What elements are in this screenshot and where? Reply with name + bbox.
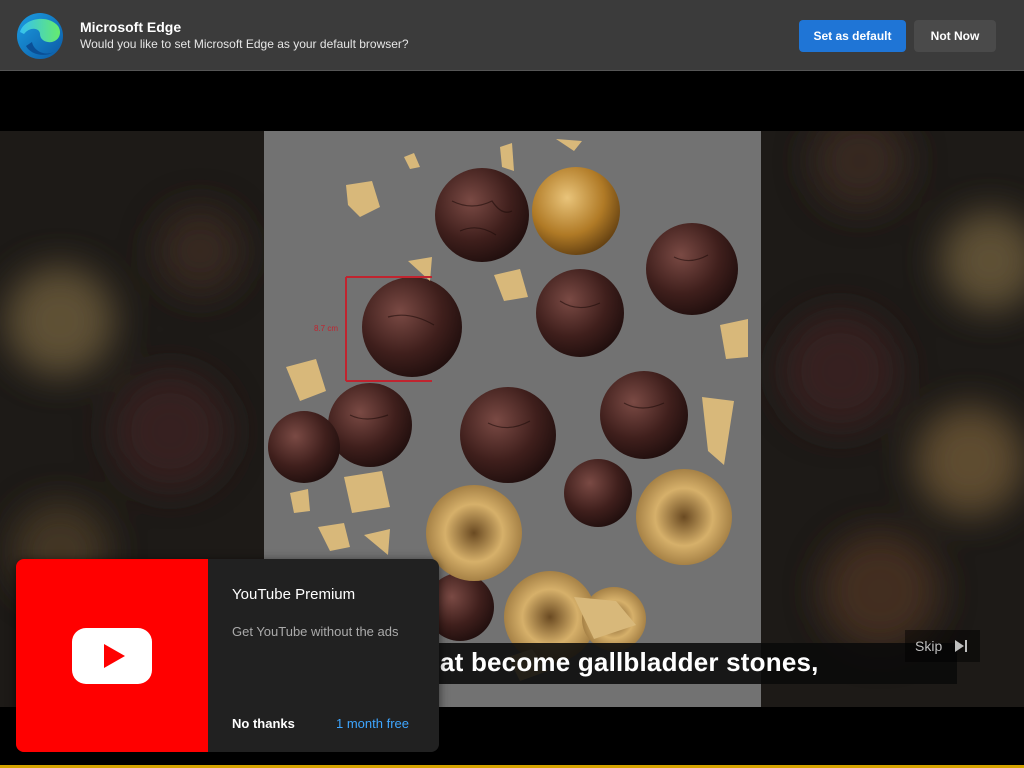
not-now-button[interactable]: Not Now xyxy=(914,20,996,52)
browser-window: Microsoft Edge Would you like to set Mic… xyxy=(0,0,1024,768)
youtube-premium-promo: YouTube Premium Get YouTube without the … xyxy=(16,559,439,752)
promo-art xyxy=(16,559,208,752)
one-month-free-button[interactable]: 1 month free xyxy=(336,716,409,731)
edge-prompt-title: Microsoft Edge xyxy=(80,19,182,35)
skip-ad-button[interactable]: Skip xyxy=(905,630,980,662)
skip-label: Skip xyxy=(915,638,943,654)
measure-label: 8.7 cm xyxy=(314,324,338,333)
video-caption: at become gallbladder stones, xyxy=(440,647,819,677)
edge-prompt-question: Would you like to set Microsoft Edge as … xyxy=(80,37,409,51)
promo-description: Get YouTube without the ads xyxy=(232,624,399,639)
no-thanks-button[interactable]: No thanks xyxy=(232,716,295,731)
edge-default-browser-bar: Microsoft Edge Would you like to set Mic… xyxy=(0,0,1024,71)
skip-next-icon xyxy=(955,640,967,652)
edge-logo-icon xyxy=(17,13,63,59)
caption-box: at become gallbladder stones, xyxy=(430,643,957,684)
promo-title: YouTube Premium xyxy=(232,586,356,603)
youtube-play-icon xyxy=(72,628,152,684)
set-as-default-button[interactable]: Set as default xyxy=(799,20,906,52)
